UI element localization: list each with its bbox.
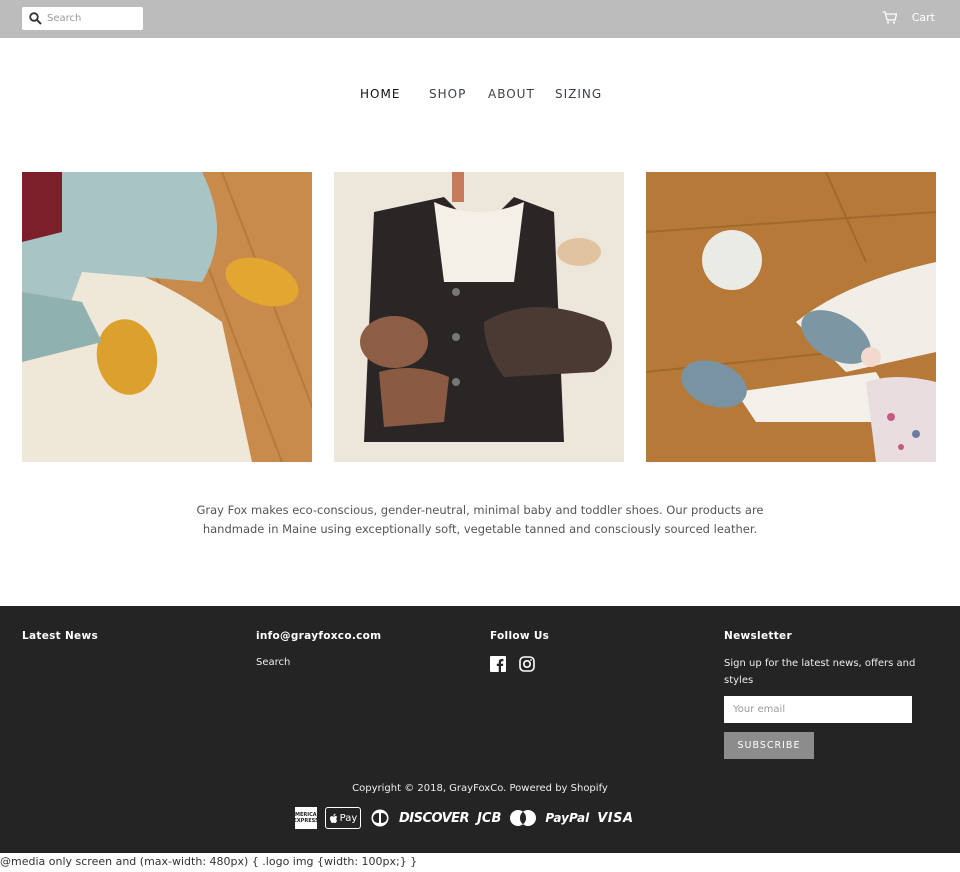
cart-link[interactable]: Cart (882, 11, 935, 24)
follow-us-title: Follow Us (490, 630, 550, 642)
social-links (490, 656, 535, 672)
footer-search-link[interactable]: Search (256, 657, 290, 668)
payment-icons: AMERICAN EXPRESS Pay DISCOVER JCB PayPal… (291, 806, 634, 830)
search-icon (29, 12, 42, 25)
nav-item-sizing[interactable]: SIZING (555, 87, 602, 101)
copyright: Copyright © 2018, GrayFoxCo. Powered by … (352, 783, 608, 794)
gallery-image-2 (334, 172, 624, 462)
cart-icon (882, 11, 897, 24)
amex-icon: AMERICAN EXPRESS (291, 807, 321, 829)
diners-club-icon (369, 806, 391, 830)
gallery-image-1 (22, 172, 312, 462)
cart-label: Cart (911, 11, 935, 24)
paypal-icon: PayPal (545, 811, 590, 825)
discover-icon: DISCOVER (399, 810, 470, 826)
nav-item-about[interactable]: ABOUT (488, 87, 535, 101)
newsletter-title: Newsletter (724, 630, 792, 642)
facebook-icon[interactable] (490, 656, 506, 672)
instagram-icon[interactable] (519, 656, 535, 672)
nav-item-shop[interactable]: SHOP (429, 87, 466, 101)
apple-pay-label: Pay (339, 812, 358, 824)
latest-news-title: Latest News (22, 630, 99, 642)
apple-pay-icon: Pay (325, 807, 361, 829)
subscribe-button[interactable]: SUBSCRIBE (724, 732, 814, 759)
top-bar: Cart (0, 0, 960, 38)
stray-css-text: @media only screen and (max-width: 480px… (0, 855, 418, 868)
email-field[interactable] (724, 696, 912, 723)
mastercard-icon (509, 806, 537, 830)
about-text: Gray Fox makes eco-conscious, gender-neu… (196, 503, 764, 536)
search-box[interactable] (22, 7, 143, 30)
visa-icon: VISA (597, 810, 634, 826)
newsletter-text: Sign up for the latest news, offers and … (724, 658, 916, 686)
footer: Latest News info@grayfoxco.com Search Fo… (0, 606, 960, 853)
search-input[interactable] (47, 10, 139, 27)
contact-email: info@grayfoxco.com (256, 630, 382, 642)
jcb-icon: JCB (477, 810, 502, 826)
gallery-image-3 (646, 172, 936, 462)
nav-item-home[interactable]: HOME (360, 87, 400, 101)
